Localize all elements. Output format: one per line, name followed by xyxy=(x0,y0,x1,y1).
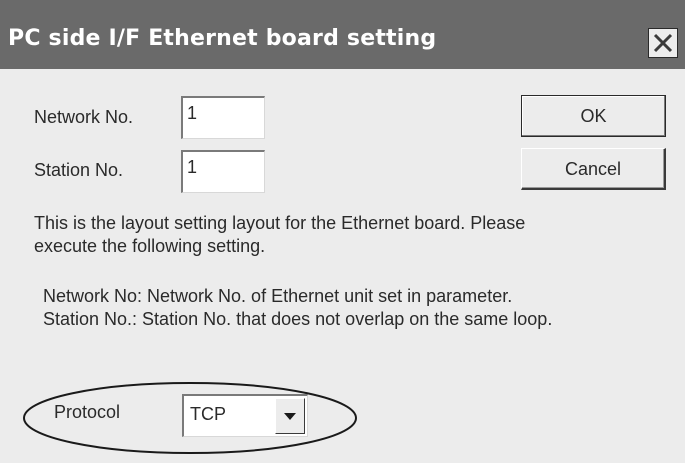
network-no-label: Network No. xyxy=(34,107,134,127)
notes-text: Network No: Network No. of Ethernet unit… xyxy=(43,285,552,331)
station-no-label: Station No. xyxy=(34,160,124,180)
protocol-selected-value: TCP xyxy=(190,404,226,424)
chevron-down-icon xyxy=(284,413,296,420)
description-line-1: This is the layout setting layout for th… xyxy=(34,213,526,233)
description-text: This is the layout setting layout for th… xyxy=(34,212,525,258)
station-no-field[interactable]: 1 xyxy=(181,150,265,193)
protocol-select[interactable]: TCP xyxy=(182,394,308,437)
cancel-button[interactable]: Cancel xyxy=(521,148,666,190)
ok-button[interactable]: OK xyxy=(521,95,666,137)
window-title: PC side I/F Ethernet board setting xyxy=(8,26,437,51)
dialog-window: PC side I/F Ethernet board setting Netwo… xyxy=(0,0,685,463)
description-line-2: execute the following setting. xyxy=(34,236,266,256)
notes-line-2: Station No.: Station No. that does not o… xyxy=(43,309,553,329)
close-button[interactable] xyxy=(648,28,678,58)
protocol-dropdown-button[interactable] xyxy=(275,398,305,434)
network-no-field[interactable]: 1 xyxy=(181,96,265,139)
protocol-label: Protocol xyxy=(54,402,121,422)
title-bar[interactable]: PC side I/F Ethernet board setting xyxy=(0,0,685,69)
close-icon xyxy=(653,33,673,53)
notes-line-1: Network No: Network No. of Ethernet unit… xyxy=(43,286,513,306)
